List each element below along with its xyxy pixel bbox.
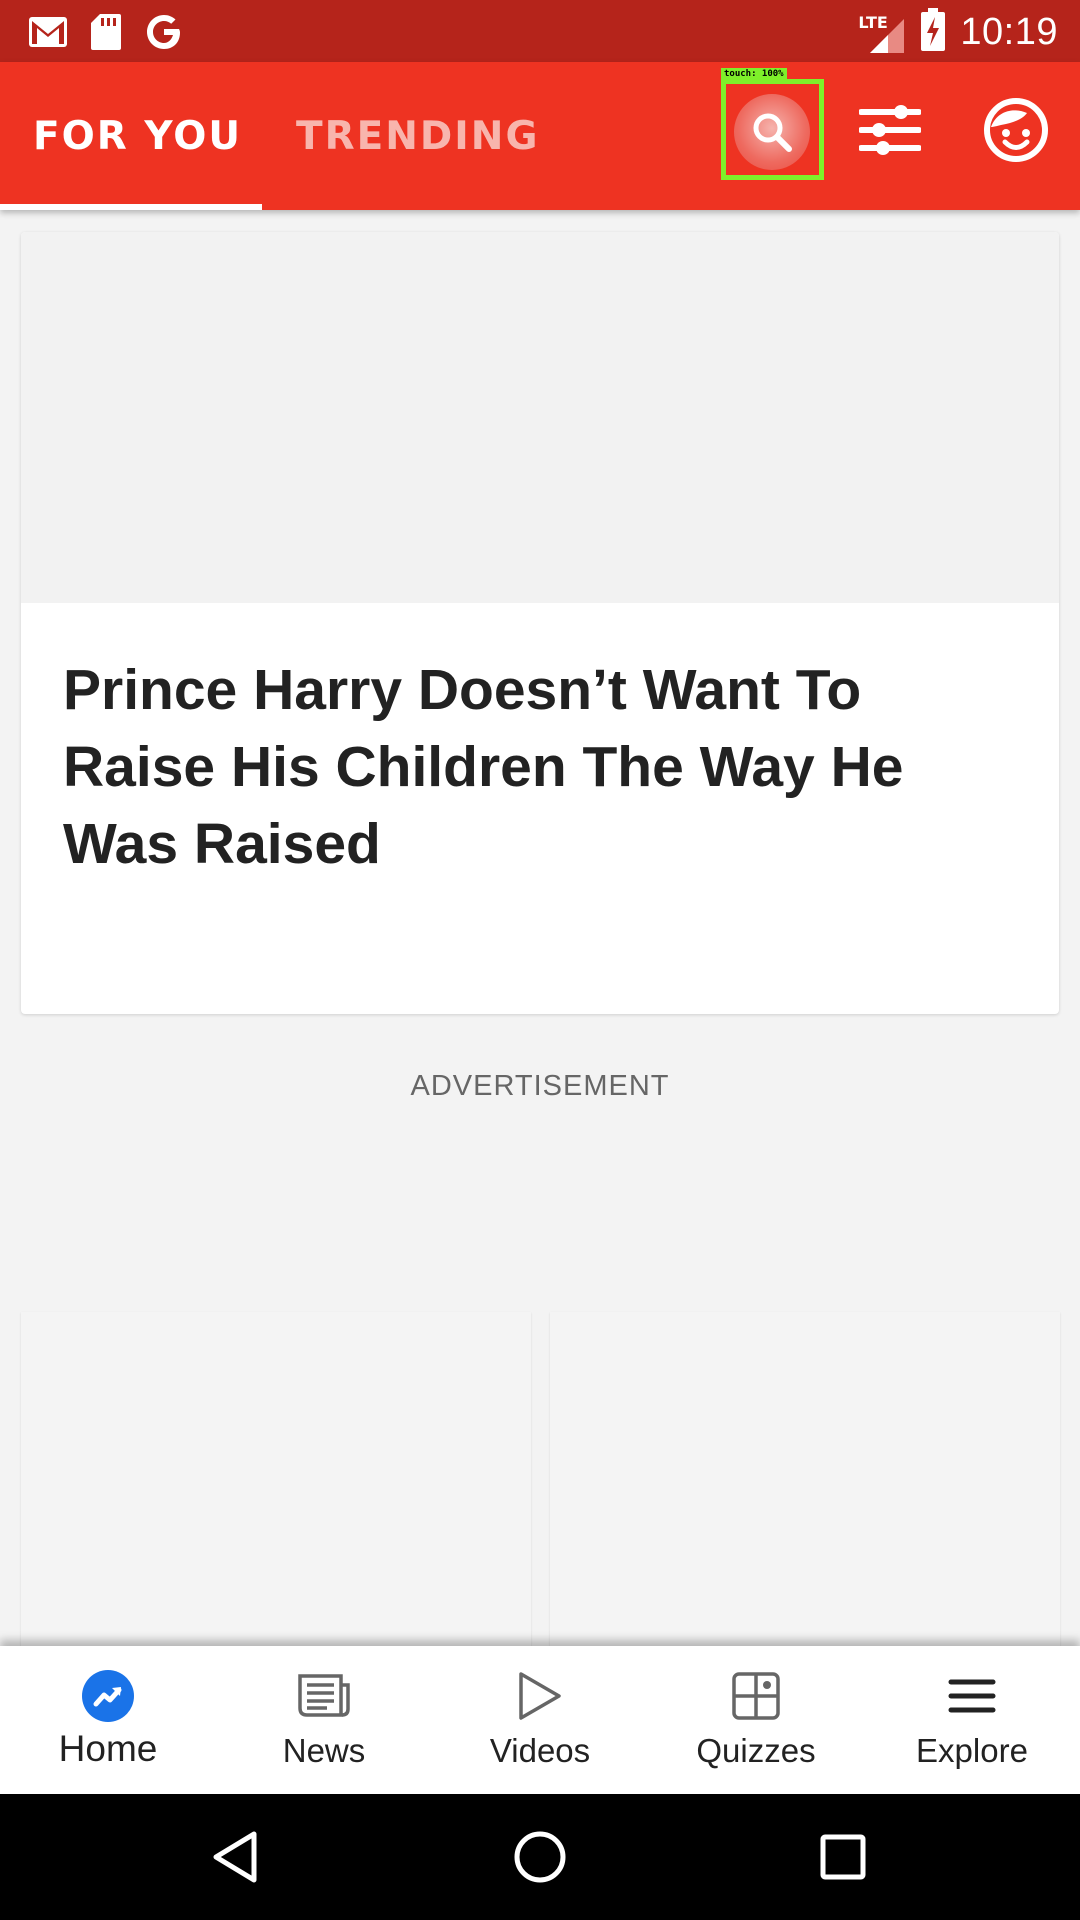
battery-charging-icon (920, 8, 946, 57)
play-icon (517, 1670, 563, 1722)
menu-icon (948, 1670, 996, 1722)
article-image-placeholder (21, 232, 1059, 603)
nav-label-explore: Explore (916, 1732, 1028, 1769)
nav-label-home: Home (58, 1728, 158, 1769)
nav-label-quizzes: Quizzes (696, 1732, 816, 1769)
article-title[interactable]: Prince Harry Doesn’t Want To Raise His C… (63, 652, 1023, 883)
bottom-navigation: Home News Videos Quizzes Explore (0, 1646, 1080, 1794)
filter-button[interactable] (840, 82, 940, 182)
article-tile[interactable] (550, 1312, 1060, 1652)
article-tile[interactable] (21, 1312, 531, 1652)
gmail-icon (28, 16, 68, 53)
nav-label-news: News (282, 1732, 366, 1769)
advertisement-label: ADVERTISEMENT (410, 1070, 670, 1102)
featured-article-card[interactable]: Prince Harry Doesn’t Want To Raise His C… (21, 232, 1059, 1014)
system-navigation-bar (0, 1794, 1080, 1920)
nav-item-news[interactable]: News (216, 1646, 432, 1794)
home-circle-icon[interactable] (505, 1822, 575, 1892)
tab-for-you[interactable]: FOR YOU (33, 62, 242, 210)
active-tab-indicator (0, 204, 262, 210)
signal-icon: LTE (858, 11, 906, 55)
trending-home-icon (82, 1670, 134, 1722)
nav-item-home[interactable]: Home (0, 1646, 216, 1794)
nav-item-explore[interactable]: Explore (864, 1646, 1080, 1794)
app-header: FOR YOU TRENDING (0, 62, 1080, 210)
filter-sliders-icon (858, 99, 922, 166)
nav-item-videos[interactable]: Videos (432, 1646, 648, 1794)
google-icon (144, 12, 184, 57)
nav-label-videos: Videos (489, 1732, 591, 1769)
recents-icon[interactable] (808, 1822, 878, 1892)
tab-trending[interactable]: TRENDING (296, 62, 539, 210)
sd-card-icon (90, 13, 122, 56)
status-bar: LTE 10:19 (0, 0, 1080, 62)
back-icon[interactable] (200, 1822, 270, 1892)
profile-face-icon (983, 97, 1049, 168)
newspaper-icon (297, 1670, 351, 1722)
status-time: 10:19 (960, 11, 1058, 53)
grid-icon (731, 1670, 781, 1722)
touch-overlay-box (721, 79, 824, 180)
nav-item-quizzes[interactable]: Quizzes (648, 1646, 864, 1794)
profile-button[interactable] (966, 82, 1066, 182)
